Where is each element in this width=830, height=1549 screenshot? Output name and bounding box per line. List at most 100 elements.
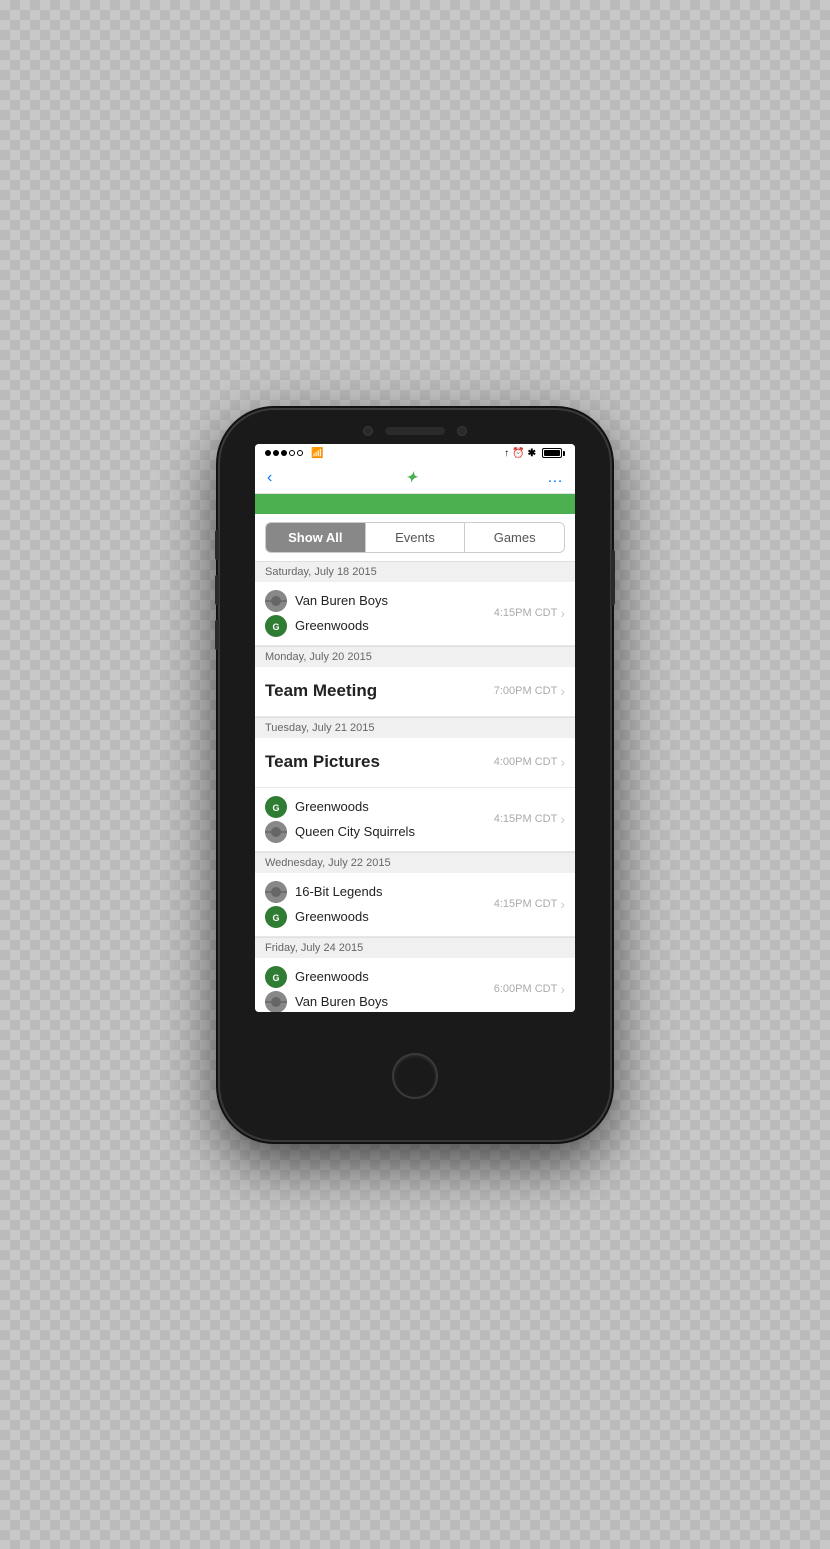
team-logo (265, 590, 287, 612)
team-row: G Greenwoods (265, 796, 494, 818)
event-name: Team Pictures (265, 752, 494, 772)
team-row: Van Buren Boys (265, 590, 494, 612)
svg-text:G: G (272, 913, 279, 923)
team-name: Van Buren Boys (295, 593, 388, 608)
team-row: G Greenwoods (265, 615, 494, 637)
teams-list: 16-Bit Legends G Greenwoods (265, 881, 494, 928)
game-time: 6:00PM CDT (494, 983, 558, 995)
schedule-event-item[interactable]: Team Meeting 7:00PM CDT › (255, 667, 575, 717)
date-header: Saturday, July 18 2015 (255, 561, 575, 582)
signal-dot-5 (297, 450, 303, 456)
event-name: Team Meeting (265, 681, 494, 701)
tab-bar: Show All Events Games (265, 522, 565, 553)
game-content: G Greenwoods Van Buren Boys (265, 966, 494, 1012)
game-time: 4:15PM CDT (494, 607, 558, 619)
battery-body (542, 448, 562, 458)
team-row: G Greenwoods (265, 906, 494, 928)
time-chevron: 4:15PM CDT › (494, 896, 565, 912)
date-header: Tuesday, July 21 2015 (255, 717, 575, 738)
team-name: Greenwoods (295, 618, 369, 633)
tab-show-all[interactable]: Show All (266, 523, 365, 552)
svg-text:G: G (272, 803, 279, 813)
status-right: ↑ ⏰ ✱ (504, 448, 565, 459)
chevron-right-icon: › (560, 683, 565, 699)
schedule-game-item[interactable]: G Greenwoods Van Buren Boys 6:00PM CDT › (255, 958, 575, 1012)
team-name: Greenwoods (295, 969, 369, 984)
date-header: Wednesday, July 22 2015 (255, 852, 575, 873)
signal-dot-3 (281, 450, 287, 456)
team-logo (265, 821, 287, 843)
date-header: Monday, July 20 2015 (255, 646, 575, 667)
game-content: 16-Bit Legends G Greenwoods (265, 881, 494, 928)
signal-dot-4 (289, 450, 295, 456)
page-header (255, 494, 575, 514)
teams-list: G Greenwoods Queen City Squirrels (265, 796, 494, 843)
team-logo: G (265, 615, 287, 637)
back-button[interactable]: ‹ (267, 469, 275, 487)
battery-tip (563, 451, 565, 456)
team-name: 16-Bit Legends (295, 884, 382, 899)
more-icon: … (547, 469, 563, 486)
location-icon: ↑ (504, 448, 509, 459)
team-name: Greenwoods (295, 799, 369, 814)
time-chevron: 4:15PM CDT › (494, 811, 565, 827)
signal-dots (265, 450, 303, 456)
phone-frame: 📶 ↑ ⏰ ✱ ‹ ✦ (220, 410, 610, 1140)
signal-dot-2 (273, 450, 279, 456)
teams-list: Van Buren Boys G Greenwoods (265, 590, 494, 637)
game-content: Van Buren Boys G Greenwoods (265, 590, 494, 637)
game-time: 4:15PM CDT (494, 898, 558, 910)
team-logo: G (265, 796, 287, 818)
wifi-icon: 📶 (311, 448, 323, 459)
team-logo (265, 881, 287, 903)
nav-bar: ‹ ✦ … (255, 463, 575, 494)
team-row: G Greenwoods (265, 966, 494, 988)
logo-ngin-icon: ✦ (406, 469, 417, 485)
speaker-grill (385, 427, 445, 435)
tab-games[interactable]: Games (464, 523, 564, 552)
sensor-dot (457, 426, 467, 436)
edit-button[interactable]: … (547, 469, 563, 487)
alarm-icon: ⏰ (512, 448, 524, 459)
status-bar: 📶 ↑ ⏰ ✱ (255, 444, 575, 463)
phone-top-bar (220, 410, 610, 444)
battery-icon (542, 448, 565, 458)
app-logo: ✦ (406, 469, 417, 486)
teams-list: G Greenwoods Van Buren Boys (265, 966, 494, 1012)
chevron-right-icon: › (560, 896, 565, 912)
chevron-right-icon: › (560, 811, 565, 827)
schedule-game-item[interactable]: 16-Bit Legends G Greenwoods 4:15PM CDT › (255, 873, 575, 937)
time-chevron: 7:00PM CDT › (494, 683, 565, 699)
team-name: Van Buren Boys (295, 994, 388, 1009)
svg-text:G: G (272, 973, 279, 983)
back-chevron-icon: ‹ (267, 469, 272, 487)
chevron-right-icon: › (560, 754, 565, 770)
team-row: Queen City Squirrels (265, 821, 494, 843)
camera-dot (363, 426, 373, 436)
time-chevron: 4:15PM CDT › (494, 605, 565, 621)
schedule-game-item[interactable]: G Greenwoods Queen City Squirrels 4:15PM… (255, 788, 575, 852)
svg-text:G: G (272, 622, 279, 632)
phone-bottom (392, 1012, 438, 1140)
team-row: 16-Bit Legends (265, 881, 494, 903)
team-logo: G (265, 906, 287, 928)
event-time: 4:00PM CDT (494, 756, 558, 768)
team-name: Greenwoods (295, 909, 369, 924)
chevron-right-icon: › (560, 605, 565, 621)
signal-dot-1 (265, 450, 271, 456)
team-logo: G (265, 966, 287, 988)
event-time: 7:00PM CDT (494, 685, 558, 697)
bluetooth-icon: ✱ (528, 448, 536, 459)
game-time: 4:15PM CDT (494, 813, 558, 825)
schedule-game-item[interactable]: Van Buren Boys G Greenwoods 4:15PM CDT › (255, 582, 575, 646)
team-name: Queen City Squirrels (295, 824, 415, 839)
tab-events[interactable]: Events (365, 523, 465, 552)
team-row: Van Buren Boys (265, 991, 494, 1012)
team-logo (265, 991, 287, 1012)
home-button[interactable] (392, 1053, 438, 1099)
schedule-event-item[interactable]: Team Pictures 4:00PM CDT › (255, 738, 575, 788)
chevron-right-icon: › (560, 981, 565, 997)
status-left: 📶 (265, 448, 323, 459)
schedule-list: Saturday, July 18 2015 Van Buren Boys G … (255, 561, 575, 1012)
game-content: G Greenwoods Queen City Squirrels (265, 796, 494, 843)
